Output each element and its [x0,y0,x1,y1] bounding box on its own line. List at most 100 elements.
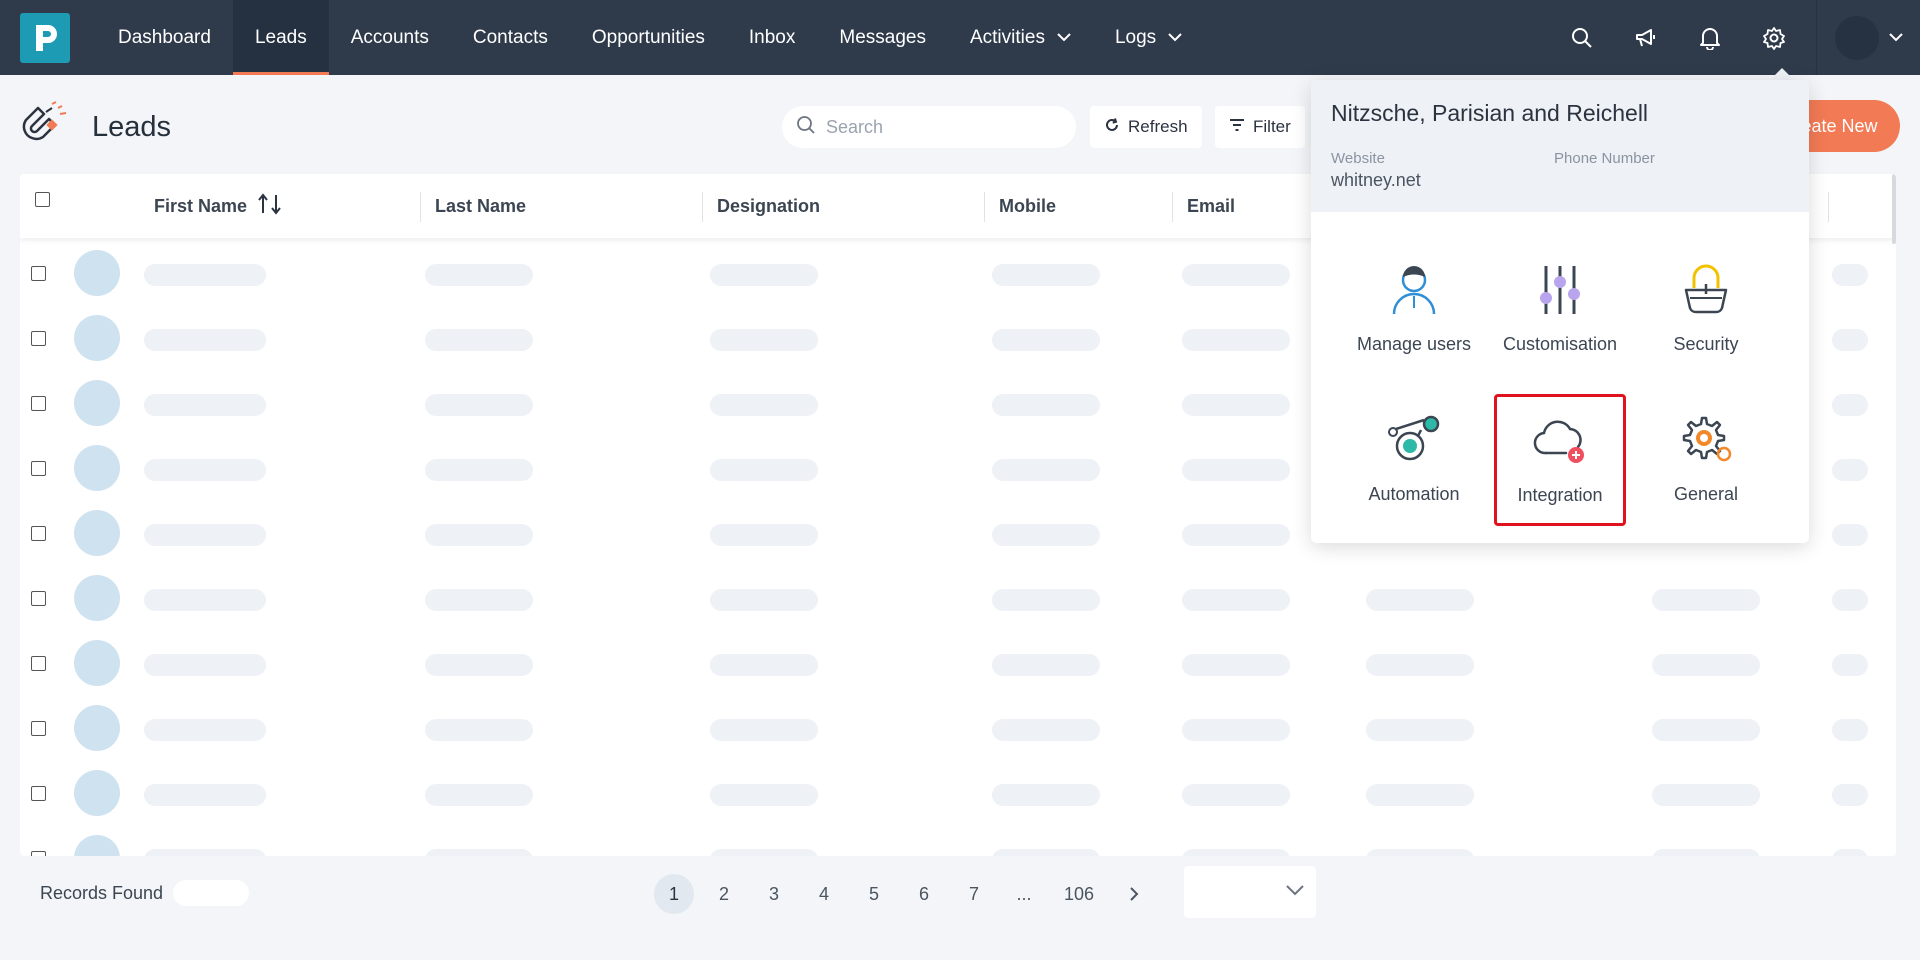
row-checkbox[interactable] [31,786,46,801]
skeleton-cell [1832,654,1868,676]
integration-tile[interactable]: Integration [1494,394,1626,526]
nav-inbox[interactable]: Inbox [727,0,817,75]
refresh-label: Refresh [1128,117,1188,136]
page-button[interactable]: 4 [804,874,844,914]
page-button[interactable]: 106 [1054,874,1104,914]
table-row[interactable] [20,631,1896,696]
sort-icon[interactable] [257,192,283,220]
avatar-placeholder [74,380,120,426]
nav-label: Messages [839,26,926,48]
skeleton-cell [425,524,533,546]
table-row[interactable] [20,566,1896,631]
skeleton-cell [1182,329,1290,351]
page-button[interactable]: 2 [704,874,744,914]
automation-tile[interactable]: Automation [1349,396,1479,524]
skeleton-cell [992,784,1100,806]
app-logo[interactable] [20,13,70,63]
nav-label: Contacts [472,26,548,48]
manage-users-tile[interactable]: Manage users [1349,246,1479,374]
skeleton-cell [710,589,818,611]
skeleton-cell [1652,784,1760,806]
tile-label: Manage users [1356,334,1472,354]
skeleton-cell [1366,719,1474,741]
website-value[interactable]: whitney.net [1331,170,1421,191]
page-ellipsis: ... [1016,883,1032,904]
column-label: Mobile [999,195,1056,216]
skeleton-cell [992,654,1100,676]
skeleton-cell [1182,719,1290,741]
row-checkbox[interactable] [31,721,46,736]
nav-logs[interactable]: Logs [1093,0,1204,75]
page-button[interactable]: 3 [754,874,794,914]
nav-dashboard[interactable]: Dashboard [96,0,233,75]
table-row[interactable] [20,761,1896,826]
nav-contacts[interactable]: Contacts [451,0,570,75]
row-checkbox[interactable] [31,331,46,346]
filter-icon [1229,117,1245,137]
skeleton-cell [144,264,266,286]
column-first-name[interactable]: First Name [154,174,283,238]
skeleton-cell [425,394,533,416]
skeleton-cell [144,329,266,351]
avatar-placeholder [74,705,120,751]
skeleton-cell [425,329,533,351]
lock-icon [1674,258,1738,322]
nav-leads[interactable]: Leads [232,0,329,75]
row-checkbox[interactable] [31,461,46,476]
skeleton-cell [1182,264,1290,286]
skeleton-cell [1182,654,1290,676]
refresh-icon [1104,117,1120,138]
row-checkbox[interactable] [31,656,46,671]
search-input[interactable] [826,116,1046,138]
filter-button[interactable]: Filter [1215,106,1305,148]
bell-icon[interactable] [1678,0,1742,75]
gear-icon[interactable] [1742,0,1806,75]
avatar-placeholder [74,640,120,686]
select-all-checkbox[interactable] [35,192,50,207]
chevron-right-icon[interactable] [1114,874,1154,914]
row-checkbox[interactable] [31,396,46,411]
general-tile[interactable]: General [1641,396,1771,524]
skeleton-cell [1652,654,1760,676]
search-icon[interactable] [1550,0,1614,75]
refresh-button[interactable]: Refresh [1090,106,1202,148]
chevron-down-icon [1168,33,1182,42]
logo-icon [36,25,57,51]
nav-label: Opportunities [591,26,705,48]
row-checkbox[interactable] [31,526,46,541]
skeleton-cell [710,524,818,546]
user-menu[interactable] [1816,0,1920,75]
column-designation[interactable]: Designation [717,174,820,238]
row-checkbox[interactable] [31,851,46,856]
row-checkbox[interactable] [31,266,46,281]
page-size-select[interactable] [1184,866,1316,918]
row-checkbox[interactable] [31,591,46,606]
avatar-placeholder [74,835,120,856]
page-button[interactable]: 5 [854,874,894,914]
megaphone-icon[interactable] [1614,0,1678,75]
page-button[interactable]: 6 [904,874,944,914]
avatar [1834,15,1879,60]
nav-messages[interactable]: Messages [817,0,948,75]
records-label: Records Found [40,882,164,903]
column-mobile[interactable]: Mobile [999,174,1056,238]
tile-label: General [1673,484,1739,504]
settings-dropdown: Nitzsche, Parisian and Reichell Website … [1311,80,1809,543]
security-tile[interactable]: Security [1641,246,1771,374]
table-row[interactable] [20,696,1896,761]
nav-activities[interactable]: Activities [948,0,1093,75]
page-button[interactable]: 7 [954,874,994,914]
table-row[interactable] [20,826,1896,856]
customisation-tile[interactable]: Customisation [1495,246,1625,374]
skeleton-cell [1832,394,1868,416]
skeleton-cell [425,849,533,856]
skeleton-cell [1832,719,1868,741]
column-last-name[interactable]: Last Name [435,174,526,238]
column-email[interactable]: Email [1187,174,1235,238]
page-button[interactable]: 1 [654,874,694,914]
skeleton-cell [1832,264,1868,286]
nav-opportunities[interactable]: Opportunities [570,0,727,75]
nav-accounts[interactable]: Accounts [329,0,451,75]
column-label: Designation [717,195,821,216]
scrollbar[interactable] [1892,174,1896,244]
